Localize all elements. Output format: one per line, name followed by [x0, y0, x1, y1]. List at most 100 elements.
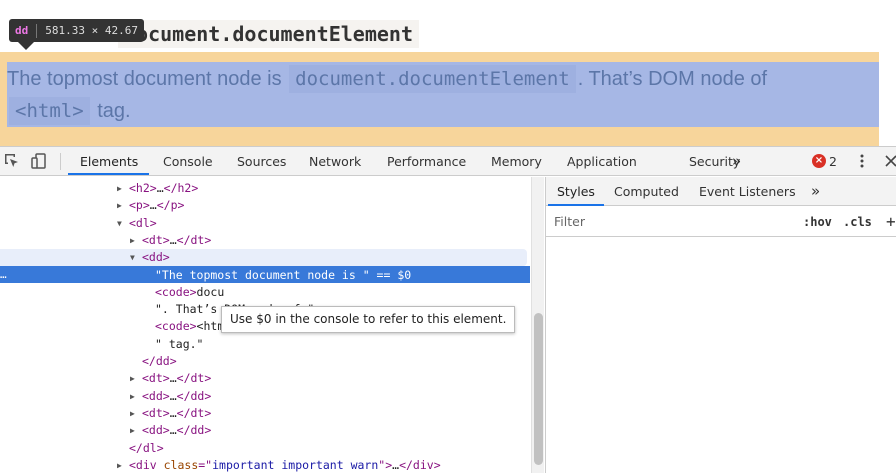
- dom-tree-node[interactable]: "The topmost document node is " == $0: [143, 267, 411, 284]
- cls-toggle[interactable]: .cls: [843, 207, 872, 237]
- tab-elements[interactable]: Elements: [80, 147, 138, 176]
- node-token: …: [149, 198, 157, 213]
- node-token: …: [156, 181, 164, 195]
- node-token: </dt>: [176, 371, 212, 386]
- node-token: <dt>: [142, 371, 170, 386]
- more-sidebar-tabs-button[interactable]: »: [811, 177, 820, 206]
- dim-size: 581.33 × 42.67: [45, 24, 138, 37]
- node-token: class: [163, 457, 199, 472]
- more-tabs-button[interactable]: »: [732, 147, 741, 176]
- dim-separator: [36, 23, 38, 38]
- node-token: </p>: [156, 198, 185, 213]
- dom-tree-node[interactable]: ▼ <dl>: [117, 215, 157, 232]
- highlighted-paragraph: The topmost document node is document.do…: [7, 63, 877, 127]
- tab-console[interactable]: Console: [163, 147, 213, 176]
- kebab-menu-icon[interactable]: [853, 152, 871, 170]
- node-token: …: [169, 423, 177, 438]
- dim-tag: dd: [15, 24, 29, 37]
- node-token: <code>: [155, 319, 197, 334]
- dom-tree-node[interactable]: ▶ <dt>…</dt>: [130, 405, 211, 422]
- node-token: </div>: [399, 457, 441, 472]
- dom-tree-node[interactable]: ▶ <p>…</p>: [117, 197, 184, 214]
- expand-triangle-icon[interactable]: ▶: [130, 388, 142, 405]
- node-token: <dt>: [142, 405, 170, 420]
- devtools-panel: Elements Console Sources Network Perform…: [0, 146, 896, 473]
- tab-styles[interactable]: Styles: [557, 177, 595, 206]
- node-token: "The topmost document node is " == $0: [155, 267, 412, 282]
- node-token: …: [169, 232, 177, 247]
- toolbar-divider: [60, 153, 61, 170]
- hov-toggle[interactable]: :hov: [803, 207, 832, 237]
- inspect-element-icon[interactable]: [3, 152, 21, 170]
- expand-triangle-icon[interactable]: ▶: [130, 232, 142, 249]
- node-token: docu: [196, 284, 225, 299]
- node-token: <dl>: [129, 215, 157, 230]
- node-token: </dt>: [176, 232, 212, 247]
- node-token: " tag.": [155, 336, 204, 351]
- node-token: <p>: [129, 198, 150, 213]
- collapse-triangle-icon[interactable]: ▼: [117, 215, 129, 232]
- expand-triangle-icon[interactable]: ▶: [130, 422, 142, 439]
- dom-tree-node[interactable]: ▶ <dt>…</dt>: [130, 370, 211, 387]
- new-style-rule-button[interactable]: +: [886, 207, 896, 237]
- node-token: </dd>: [142, 354, 177, 368]
- expand-triangle-icon[interactable]: ▶: [130, 370, 142, 387]
- device-toolbar-icon[interactable]: [30, 152, 48, 170]
- node-token: important important warn: [212, 457, 379, 472]
- expand-triangle-icon[interactable]: ▶: [117, 197, 129, 214]
- dom-tree-node[interactable]: </dl>: [117, 440, 164, 457]
- node-token: </h2>: [163, 181, 199, 195]
- heading-code: document.documentElement: [118, 20, 419, 48]
- dom-tree-node[interactable]: ▼ <dd>: [130, 249, 170, 266]
- styles-filter-bar: :hov .cls +: [546, 207, 896, 237]
- devtools-tabbar: Elements Console Sources Network Perform…: [0, 147, 896, 176]
- dom-tree-node[interactable]: ▶ <dd>…</dd>: [130, 422, 211, 439]
- expand-triangle-icon[interactable]: ▶: [117, 457, 129, 473]
- node-token: <dd>: [142, 250, 170, 265]
- dom-tree-node[interactable]: ▶ <dd>…</dd>: [130, 388, 211, 405]
- tab-memory[interactable]: Memory: [491, 147, 542, 176]
- styles-filter-input[interactable]: [550, 211, 790, 232]
- dom-tree-node[interactable]: ▶ <dt>…</dt>: [130, 232, 211, 249]
- dim-tooltip-arrow: [18, 42, 34, 50]
- dom-tree-node[interactable]: ▶ <h2>…</h2>: [117, 180, 198, 197]
- close-icon[interactable]: [882, 152, 896, 170]
- expand-triangle-icon[interactable]: ▶: [117, 180, 129, 197]
- collapse-triangle-icon[interactable]: ▼: [130, 249, 142, 266]
- selected-node-marker[interactable]: …: [0, 266, 7, 283]
- tab-application[interactable]: Application: [567, 147, 637, 176]
- node-token: </dl>: [129, 440, 164, 455]
- node-token: <h2>: [129, 181, 157, 195]
- styles-tabbar: Styles Computed Event Listeners »: [546, 177, 896, 206]
- tab-sources[interactable]: Sources: [237, 147, 286, 176]
- paragraph-code: document.documentElement: [289, 65, 576, 93]
- node-token: ">: [378, 457, 393, 472]
- dom-tree-node[interactable]: ▶ <div class="important important warn">……: [117, 457, 441, 473]
- tab-computed[interactable]: Computed: [614, 177, 679, 206]
- expand-triangle-icon[interactable]: ▶: [130, 405, 142, 422]
- node-token: </dd>: [176, 388, 212, 403]
- tab-network[interactable]: Network: [309, 147, 361, 176]
- node-token: …: [169, 405, 177, 420]
- dom-tree-node[interactable]: <code>docu: [143, 284, 224, 301]
- scrollbar-thumb[interactable]: [534, 313, 543, 465]
- paragraph-text: tag.: [91, 100, 131, 122]
- tab-event-listeners[interactable]: Event Listeners: [699, 177, 796, 206]
- element-dimensions-tooltip: dd 581.33 × 42.67: [9, 19, 144, 42]
- node-token: </dt>: [176, 405, 212, 420]
- node-token: <dt>: [142, 232, 170, 247]
- node-token: …: [169, 371, 177, 386]
- node-token: </dd>: [176, 423, 212, 438]
- paragraph-text: The topmost document node is: [7, 68, 288, 90]
- node-token: <dd>: [142, 388, 170, 403]
- tree-scrollbar[interactable]: [531, 177, 544, 473]
- elements-tree[interactable]: … ▶ <h2>…</h2> ▶ <p>…</p> ▼ <dl> ▶ <dt>…</dt> ▼ <…: [0, 177, 544, 473]
- tab-performance[interactable]: Performance: [387, 147, 466, 176]
- dom-tree-node[interactable]: " tag.": [143, 336, 203, 353]
- error-icon[interactable]: ×: [812, 154, 826, 168]
- error-count[interactable]: 2: [829, 147, 837, 176]
- active-subtab-indicator: [548, 204, 604, 206]
- dom-tree-node[interactable]: </dd>: [130, 353, 177, 370]
- paragraph-code: <html>: [9, 97, 90, 125]
- node-token: <div: [129, 457, 164, 472]
